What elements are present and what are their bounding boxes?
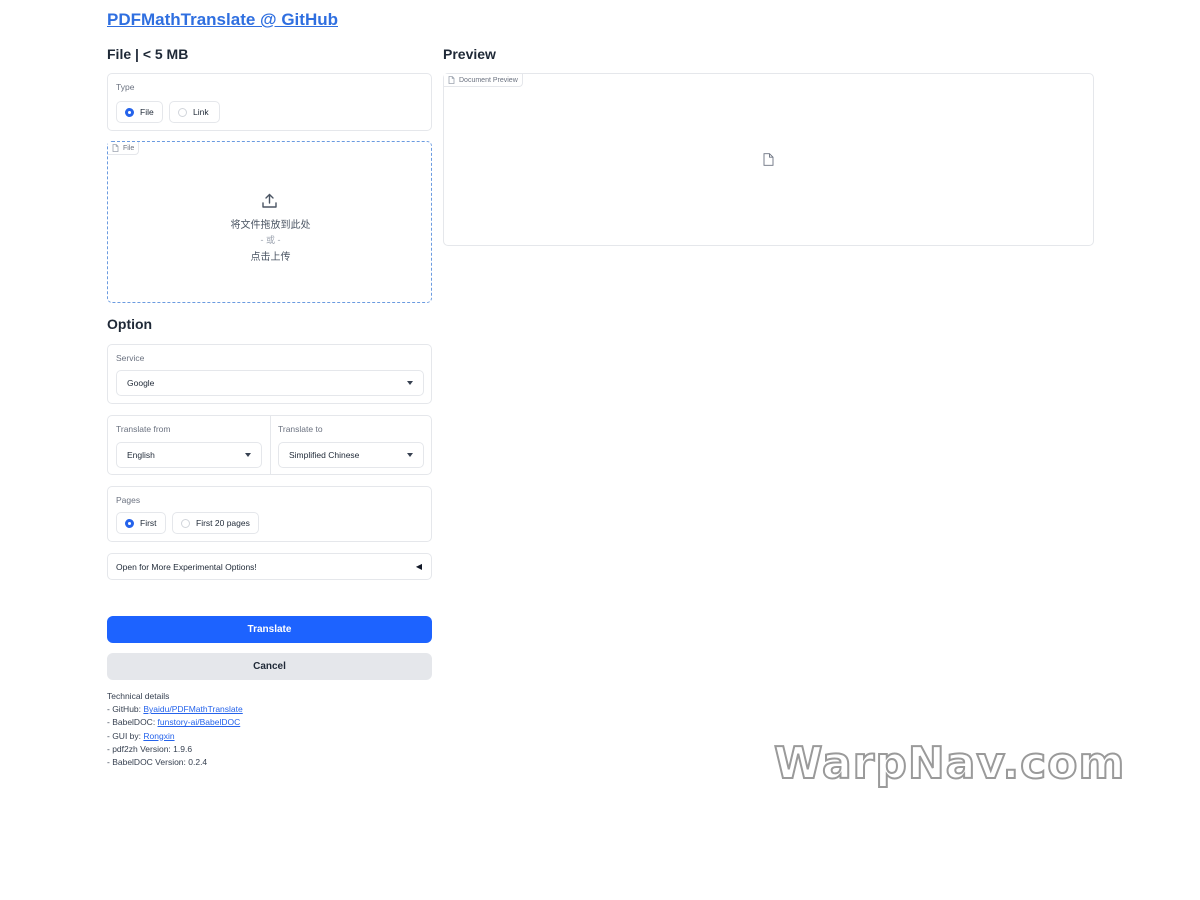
chevron-down-icon: [245, 453, 251, 457]
radio-unselected-icon: [181, 518, 190, 528]
click-upload-text: 点击上传: [250, 252, 291, 263]
gui-author-link[interactable]: Rongxin: [143, 731, 174, 741]
caret-left-icon: ◀: [415, 562, 422, 571]
translate-from-select[interactable]: English: [116, 442, 262, 468]
github-prefix: - GitHub:: [107, 704, 144, 715]
babeldoc-prefix: - BabelDOC:: [107, 717, 158, 728]
file-icon: [112, 144, 119, 152]
file-tag-label: File: [123, 144, 135, 152]
file-drop-zone[interactable]: File 将文件拖放到此处 - 或 - 点击上传: [107, 141, 432, 303]
translate-to-select[interactable]: Simplified Chinese: [278, 442, 424, 468]
watermark: WarpNav.com: [773, 737, 1126, 790]
service-select[interactable]: Google: [116, 370, 424, 396]
translate-to-label: Translate to: [278, 424, 323, 434]
gui-line: - GUI by: Rongxin: [107, 730, 243, 743]
technical-details: Technical details - GitHub: Byaidu/PDFMa…: [107, 690, 243, 769]
type-radio-file-label: File: [140, 107, 154, 117]
babeldoc-line: - BabelDOC: funstory-ai/BabelDOC: [107, 716, 243, 729]
preview-title: Preview: [443, 46, 496, 62]
radio-selected-icon: [125, 107, 134, 117]
pdf2zh-version: - pdf2zh Version: 1.9.6: [107, 743, 193, 754]
column-divider: [270, 416, 271, 474]
github-link[interactable]: Byaidu/PDFMathTranslate: [143, 704, 242, 714]
experimental-options-accordion[interactable]: Open for More Experimental Options! ◀: [107, 553, 432, 580]
translate-button[interactable]: Translate: [107, 616, 432, 643]
translate-from-label: Translate from: [116, 424, 171, 434]
chevron-down-icon: [407, 381, 413, 385]
document-preview-tag: Document Preview: [444, 74, 523, 87]
pages-label: Pages: [116, 495, 141, 505]
babeldoc-link[interactable]: funstory-ai/BabelDOC: [158, 717, 241, 727]
chevron-down-icon: [407, 453, 413, 457]
type-panel: Type File Link: [107, 73, 432, 131]
language-panel: Translate from English Translate to Simp…: [107, 415, 432, 475]
app-title-link[interactable]: PDFMathTranslate @ GitHub: [107, 10, 338, 30]
pages-radio-first-label: First: [140, 518, 157, 528]
document-preview-panel: Document Preview: [443, 73, 1094, 246]
translate-to-value: Simplified Chinese: [289, 450, 360, 460]
pages-radio-first[interactable]: First: [116, 512, 166, 534]
upload-icon: [262, 193, 277, 208]
type-radio-link[interactable]: Link: [169, 101, 220, 123]
option-section-title: Option: [107, 316, 153, 332]
radio-selected-icon: [125, 518, 134, 528]
technical-details-heading: Technical details: [107, 691, 170, 701]
service-panel: Service Google: [107, 344, 432, 404]
pages-radio-first-20-label: First 20 pages: [196, 518, 250, 528]
drop-text: 将文件拖放到此处: [230, 220, 311, 231]
service-value: Google: [127, 378, 155, 388]
document-preview-label: Document Preview: [459, 76, 518, 84]
document-placeholder-icon: [763, 153, 774, 166]
translate-from-value: English: [127, 450, 155, 460]
pages-radio-first-20[interactable]: First 20 pages: [172, 512, 259, 534]
github-line: - GitHub: Byaidu/PDFMathTranslate: [107, 703, 243, 716]
service-label: Service: [116, 353, 145, 363]
babeldoc-version: - BabelDOC Version: 0.2.4: [107, 757, 208, 768]
file-icon: [448, 76, 455, 84]
file-section-title: File | < 5 MB: [107, 46, 189, 62]
cancel-button[interactable]: Cancel: [107, 653, 432, 680]
pages-panel: Pages First First 20 pages: [107, 486, 432, 542]
radio-unselected-icon: [178, 107, 187, 117]
drop-or-text: - 或 -: [260, 235, 281, 245]
gui-prefix: - GUI by:: [107, 730, 144, 741]
file-tag: File: [108, 142, 140, 155]
type-label: Type: [116, 82, 135, 92]
type-radio-link-label: Link: [193, 107, 209, 117]
experimental-options-label: Open for More Experimental Options!: [116, 561, 257, 572]
type-radio-file[interactable]: File: [116, 101, 163, 123]
